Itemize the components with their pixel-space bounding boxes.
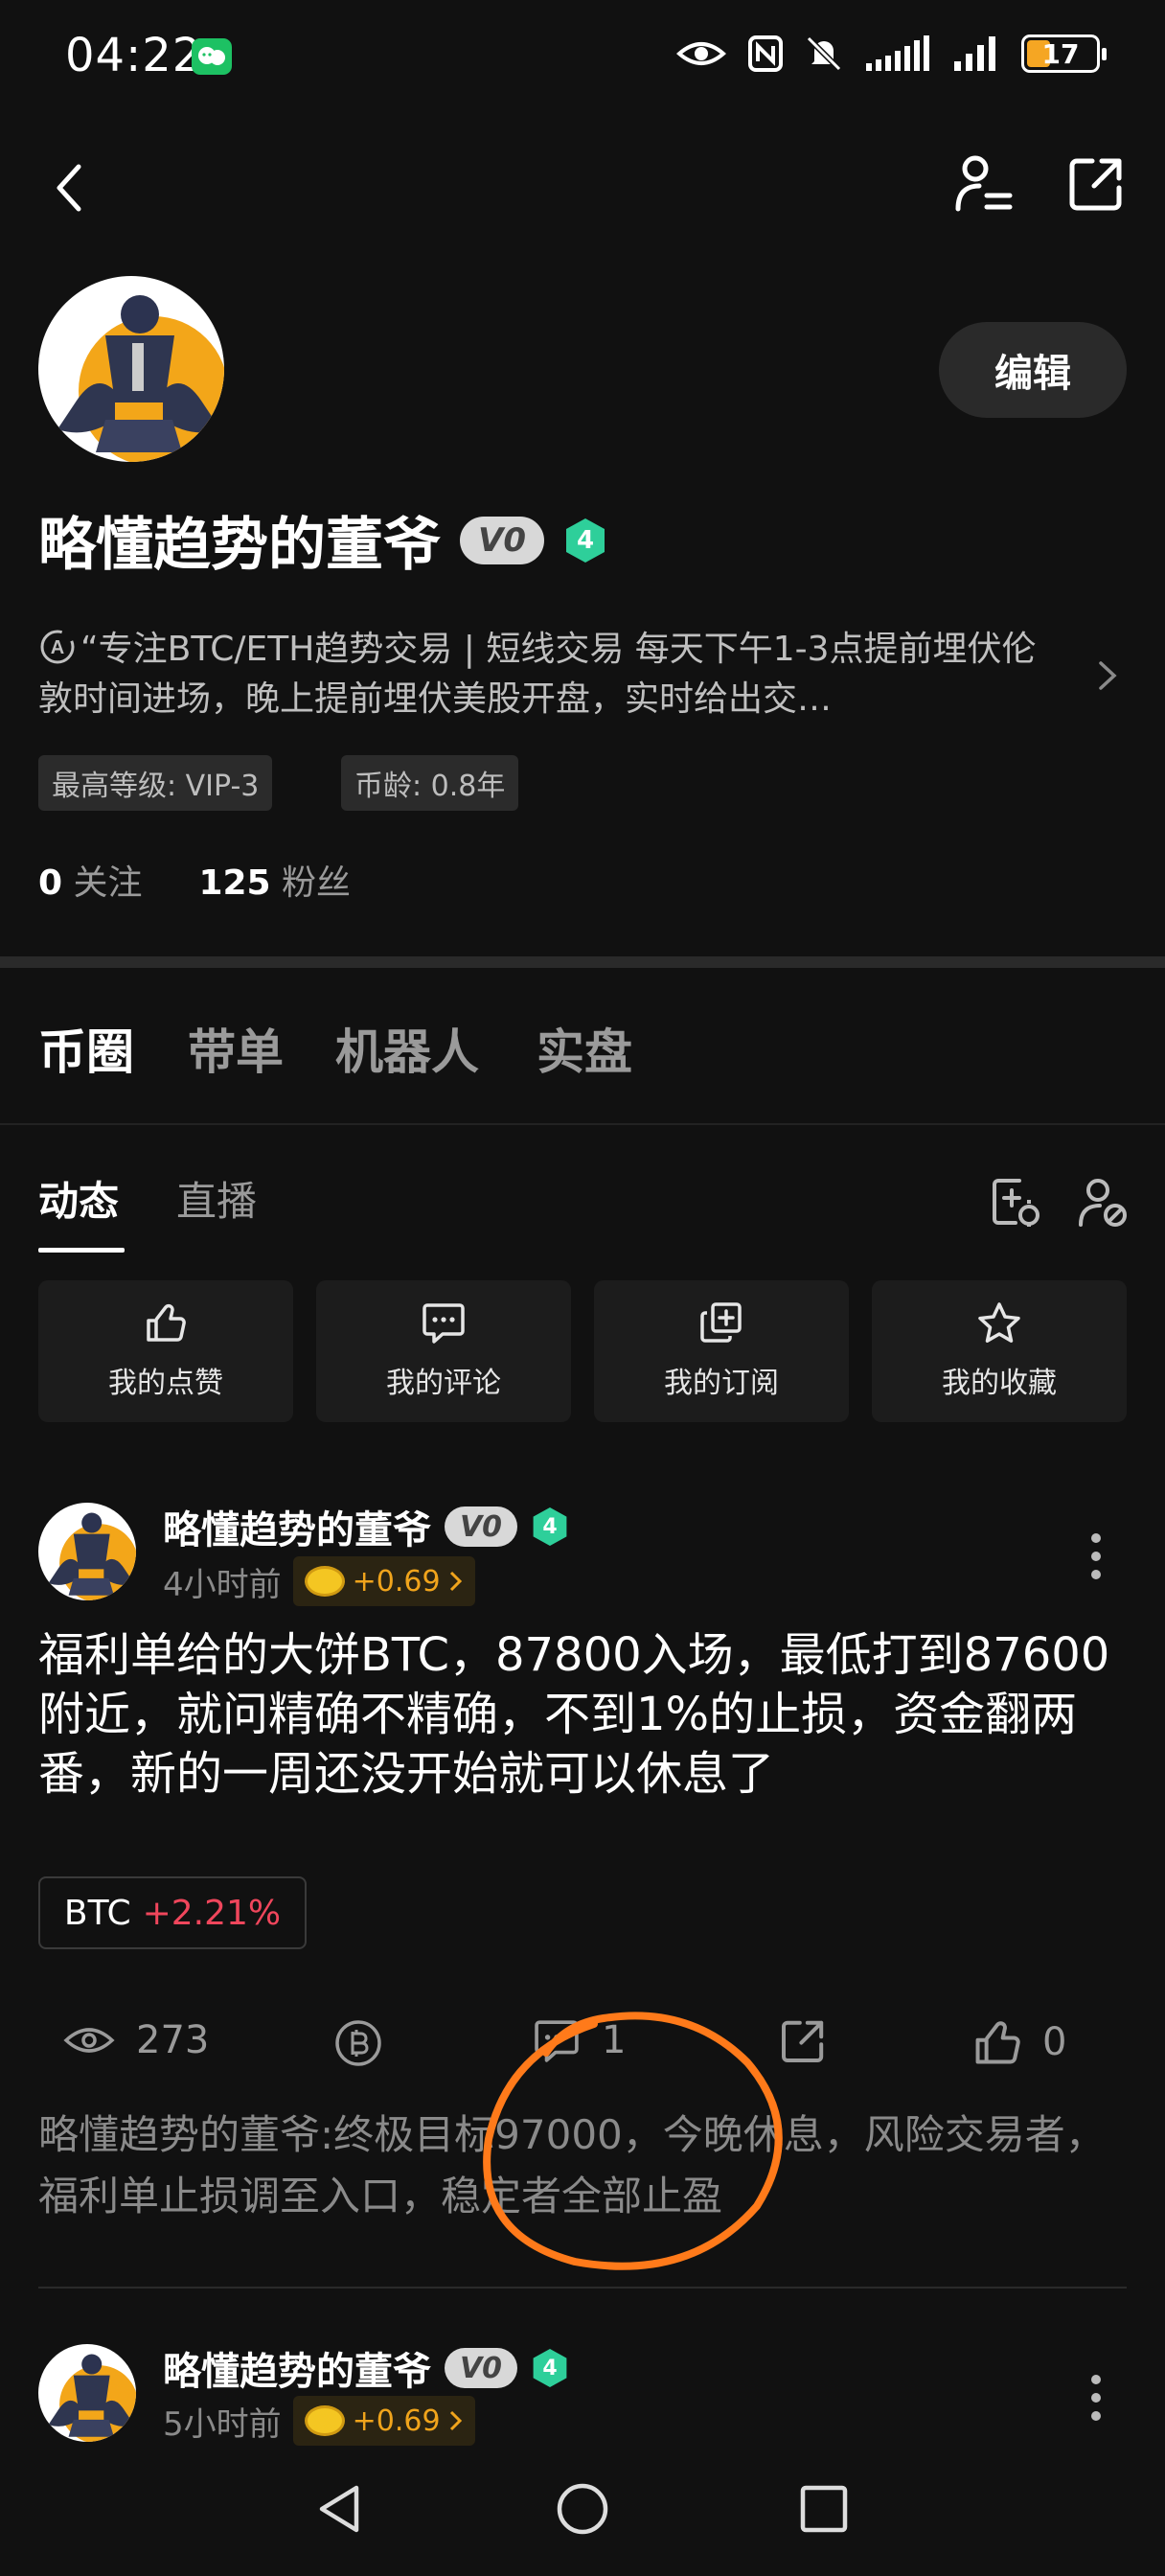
star-icon [978, 1302, 1020, 1343]
post-avatar[interactable] [38, 1503, 136, 1600]
annotation-circle [483, 2012, 783, 2270]
tab-coin-circle[interactable]: 币圈 [38, 1014, 134, 1083]
post-time: 4小时前 [163, 1565, 282, 1604]
signal-1-icon [866, 35, 929, 71]
subtab-underline [38, 1248, 125, 1253]
post-avatar[interactable] [38, 2344, 136, 2442]
user-block-icon[interactable] [1077, 1177, 1129, 1229]
like-button[interactable]: 0 [973, 2018, 1066, 2066]
coin-tag[interactable]: BTC +2.21% [38, 1876, 307, 1949]
post-time: 5小时前 [163, 2404, 282, 2444]
vip-badge: V0 [445, 1506, 517, 1547]
coin-icon [304, 1566, 345, 1597]
vip-badge: V0 [445, 2348, 517, 2388]
signal-2-icon [954, 36, 995, 71]
section-divider [0, 956, 1165, 968]
post-header: 略懂趋势的董爷 V0 4 [163, 1499, 569, 1554]
subtab-feed[interactable]: 动态 [38, 1169, 119, 1228]
tag-account-age: 币龄: 0.8年 [341, 755, 519, 811]
profile-avatar[interactable] [38, 276, 224, 462]
vip-badge: V0 [460, 516, 544, 564]
nav-recents-icon[interactable] [799, 2484, 849, 2534]
my-likes-card[interactable]: 我的点赞 [38, 1280, 293, 1422]
profile-name: 略懂趋势的董爷 [38, 512, 441, 579]
post-author[interactable]: 略懂趋势的董爷 [163, 1499, 431, 1554]
coin-reward-badge[interactable]: +0.69 [292, 1556, 475, 1606]
ai-translate-icon: A [38, 628, 77, 666]
back-arrow-icon[interactable] [50, 161, 88, 215]
subtab-live[interactable]: 直播 [176, 1169, 257, 1228]
thumbs-up-icon [147, 1303, 186, 1342]
coin-reward-badge[interactable]: +0.69 [292, 2396, 475, 2446]
followers-stat[interactable]: 125 粉丝 [198, 863, 351, 903]
following-stat[interactable]: 0 关注 [38, 863, 143, 903]
status-icons: 17 [676, 34, 1107, 73]
edit-profile-button[interactable]: 编辑 [939, 322, 1127, 418]
level-badge: 4 [531, 2347, 569, 2389]
tag-max-level: 最高等级: VIP-3 [38, 755, 273, 811]
post-header: 略懂趋势的董爷 V0 4 [163, 2340, 569, 2396]
nfc-icon [748, 35, 783, 72]
nav-back-icon[interactable] [314, 2482, 364, 2536]
status-time: 04:22 [65, 29, 203, 82]
chevron-right-icon [449, 2410, 462, 2431]
comment-icon [423, 1303, 465, 1344]
svg-text:A: A [51, 637, 64, 658]
tip-button[interactable] [333, 2018, 383, 2068]
views-stat: 273 [63, 2018, 209, 2062]
my-comments-card[interactable]: 我的评论 [316, 1280, 571, 1422]
post-divider [38, 2287, 1127, 2288]
subscribe-icon [700, 1302, 742, 1343]
create-post-icon[interactable] [991, 1177, 1042, 1229]
post-meta: 5小时前 +0.69 [163, 2396, 475, 2446]
nav-home-icon[interactable] [556, 2482, 609, 2536]
share-icon[interactable] [1067, 155, 1125, 213]
tab-copy-trading[interactable]: 带单 [188, 1014, 284, 1083]
post-body[interactable]: 福利单给的大饼BTC，87800入场，最低打到87600附近，就问精确不精确，不… [38, 1625, 1131, 1804]
eye-icon [63, 2028, 115, 2053]
follow-stats: 0 关注 125 粉丝 [38, 855, 351, 905]
more-options-icon[interactable] [1090, 2375, 1102, 2429]
my-subscriptions-card[interactable]: 我的订阅 [594, 1280, 849, 1422]
wechat-notification-icon [192, 38, 232, 75]
thumbs-up-icon [975, 2021, 1020, 2064]
profile-name-row: 略懂趋势的董爷 V0 4 [38, 498, 607, 582]
level-badge: 4 [531, 1506, 569, 1548]
mute-icon [806, 35, 842, 72]
profile-bio[interactable]: A “专注BTC/ETH趋势交易 | 短线交易 每天下午1-3点提前埋伏伦敦时间… [38, 625, 1054, 724]
user-settings-icon[interactable] [954, 153, 1014, 217]
my-favorites-card[interactable]: 我的收藏 [872, 1280, 1127, 1422]
eye-icon [676, 42, 726, 65]
chevron-right-icon[interactable] [1096, 659, 1119, 692]
tab-bots[interactable]: 机器人 [335, 1014, 479, 1083]
coin-tip-icon [335, 2020, 381, 2066]
bio-text: “专注BTC/ETH趋势交易 | 短线交易 每天下午1-3点提前埋伏伦敦时间进场… [38, 630, 1037, 719]
more-options-icon[interactable] [1090, 1533, 1102, 1588]
tabs-divider [0, 1123, 1165, 1125]
coin-icon [304, 2405, 345, 2436]
post-author[interactable]: 略懂趋势的董爷 [163, 2340, 431, 2396]
chevron-right-icon [449, 1571, 462, 1592]
tab-live-account[interactable]: 实盘 [537, 1014, 632, 1083]
battery-indicator: 17 [1021, 34, 1107, 73]
post-meta: 4小时前 +0.69 [163, 1556, 475, 1606]
system-nav-bar [0, 2453, 1165, 2576]
level-badge: 4 [563, 517, 607, 564]
